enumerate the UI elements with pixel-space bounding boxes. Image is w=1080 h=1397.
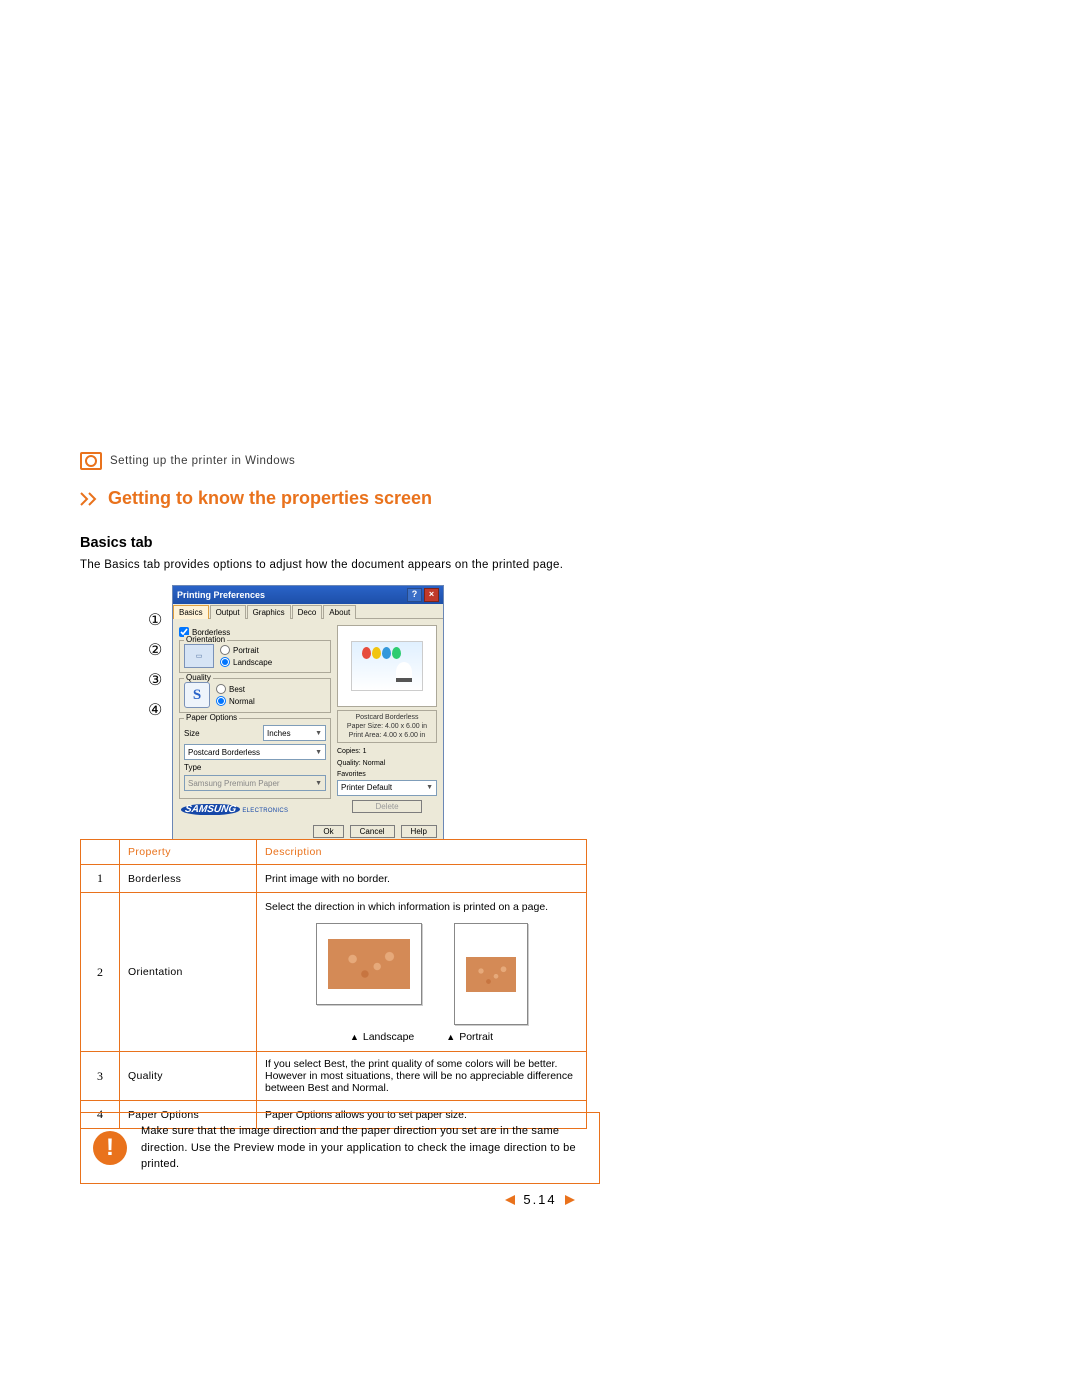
breadcrumb-text: Setting up the printer in Windows xyxy=(110,455,295,467)
favorites-label: Favorites xyxy=(337,771,437,778)
help-button[interactable]: Help xyxy=(401,825,437,838)
landscape-label: ▲Landscape xyxy=(350,1031,414,1043)
page-prev-icon xyxy=(503,1194,517,1206)
quality-group: Quality S Best Normal xyxy=(179,678,331,713)
type-label: Type xyxy=(184,763,212,772)
property-table: Property Description 1 Borderless Print … xyxy=(80,839,587,1129)
table-header-property: Property xyxy=(120,840,257,865)
intro-text: The Basics tab provides options to adjus… xyxy=(80,557,600,575)
table-header-description: Description xyxy=(257,840,587,865)
samsung-logo: SAMSUNG ELECTRONICS xyxy=(181,804,288,815)
print-preview xyxy=(337,625,437,707)
landscape-sample-icon xyxy=(316,923,422,1005)
table-row: 2 Orientation Select the direction in wh… xyxy=(81,893,587,1052)
tab-graphics[interactable]: Graphics xyxy=(247,605,291,619)
callout-3: ③ xyxy=(148,670,162,690)
quality-normal-option[interactable]: Normal xyxy=(216,696,255,706)
page-number: 5.14 xyxy=(0,1192,1080,1207)
size-unit-select[interactable]: Inches▼ xyxy=(263,725,326,741)
section-heading: Getting to know the properties screen xyxy=(80,488,600,509)
portrait-label: ▲Portrait xyxy=(446,1031,493,1043)
orientation-landscape-option[interactable]: Landscape xyxy=(220,657,272,667)
ok-button[interactable]: Ok xyxy=(313,825,343,838)
orientation-description: Select the direction in which informatio… xyxy=(265,901,578,913)
paper-options-group: Paper Options Size Inches▼ Postcard Bord… xyxy=(179,718,331,799)
breadcrumb: Setting up the printer in Windows xyxy=(80,452,600,470)
portrait-sample-icon xyxy=(454,923,528,1025)
quality-thumb-icon: S xyxy=(184,682,210,708)
close-icon[interactable]: × xyxy=(424,588,439,602)
dialog-tabs: Basics Output Graphics Deco About xyxy=(173,604,443,619)
cancel-button[interactable]: Cancel xyxy=(350,825,395,838)
dialog-titlebar: Printing Preferences ? × xyxy=(173,586,443,604)
orientation-thumb-icon: ▭ xyxy=(184,644,214,668)
page-next-icon xyxy=(563,1194,577,1206)
callout-1: ① xyxy=(148,610,162,630)
paper-options-group-label: Paper Options xyxy=(184,713,239,722)
callout-4: ④ xyxy=(148,700,162,720)
note-box: ! Make sure that the image direction and… xyxy=(80,1112,600,1184)
screenshot-figure: Printing Preferences ? × Basics Output G… xyxy=(172,585,442,861)
figure-callouts: ① ② ③ ④ xyxy=(148,610,162,720)
dialog-title: Printing Preferences xyxy=(177,590,265,600)
note-text: Make sure that the image direction and t… xyxy=(141,1123,587,1173)
orientation-group-label: Orientation xyxy=(184,635,227,644)
size-label: Size xyxy=(184,729,212,738)
subsection-heading: Basics tab xyxy=(80,535,600,551)
table-row: 3 Quality If you select Best, the print … xyxy=(81,1052,587,1101)
help-icon[interactable]: ? xyxy=(407,588,422,602)
callout-2: ② xyxy=(148,640,162,660)
quality-info: Quality: Normal xyxy=(337,759,437,769)
orientation-group: Orientation ▭ Portrait Landscape xyxy=(179,640,331,673)
quality-best-option[interactable]: Best xyxy=(216,684,255,694)
copies-info: Copies: 1 xyxy=(337,747,437,757)
table-header-num xyxy=(81,840,120,865)
exclamation-icon: ! xyxy=(93,1131,127,1165)
section-heading-text: Getting to know the properties screen xyxy=(108,488,432,509)
tab-output[interactable]: Output xyxy=(210,605,246,619)
page-number-text: 5.14 xyxy=(523,1192,556,1207)
camera-icon xyxy=(80,452,102,470)
size-value-select[interactable]: Postcard Borderless▼ xyxy=(184,744,326,760)
tab-basics[interactable]: Basics xyxy=(173,605,209,619)
chevron-double-right-icon xyxy=(80,491,100,507)
delete-favorite-button[interactable]: Delete xyxy=(352,800,422,813)
preview-meta: Postcard Borderless Paper Size: 4.00 x 6… xyxy=(337,710,437,743)
quality-group-label: Quality xyxy=(184,673,213,682)
table-row: 1 Borderless Print image with no border. xyxy=(81,865,587,893)
favorites-select[interactable]: Printer Default▼ xyxy=(337,780,437,796)
tab-deco[interactable]: Deco xyxy=(292,605,323,619)
orientation-portrait-option[interactable]: Portrait xyxy=(220,645,272,655)
type-value-select[interactable]: Samsung Premium Paper▼ xyxy=(184,775,326,791)
tab-about[interactable]: About xyxy=(323,605,356,619)
printing-preferences-dialog: Printing Preferences ? × Basics Output G… xyxy=(172,585,444,843)
